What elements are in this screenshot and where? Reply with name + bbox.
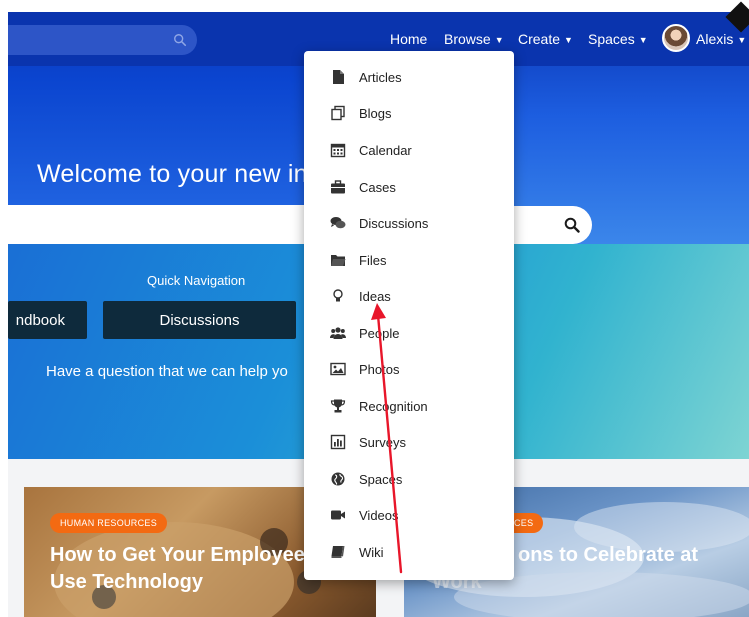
menu-item-spaces[interactable]: Spaces [304,461,514,497]
menu-item-label: Articles [359,69,402,85]
menu-item-label: Ideas [359,288,391,304]
nav-browse-label: Browse [444,31,491,47]
blogs-icon [331,105,345,121]
menu-item-label: People [359,325,400,341]
briefcase-icon [331,180,345,194]
discussions-button[interactable]: Discussions [103,301,296,339]
nav-user[interactable]: Alexis ▼ [696,30,746,49]
menu-item-ideas[interactable]: Ideas [304,278,514,314]
header-search-input[interactable] [8,25,197,55]
article-title-line2[interactable]: Use Technology [50,569,203,596]
book-icon [331,546,345,558]
quick-navigation-title: Quick Navigation [147,273,246,288]
nav-user-label: Alexis [696,31,734,47]
menu-item-calendar[interactable]: Calendar [304,132,514,168]
article-title-line1[interactable]: ons to Celebrate at [518,542,698,569]
menu-item-label: Calendar [359,142,412,158]
menu-item-label: Blogs [359,105,392,121]
comments-icon [330,217,346,229]
welcome-heading: Welcome to your new intr [37,160,324,188]
menu-item-recognition[interactable]: Recognition [304,388,514,424]
nav-home[interactable]: Home [390,30,427,48]
nav-create-label: Create [518,31,561,47]
nav-home-label: Home [390,31,428,47]
nav-create[interactable]: Create ▼ [518,30,573,49]
menu-item-label: Files [359,252,387,268]
menu-item-cases[interactable]: Cases [304,169,514,205]
caret-down-icon: ▼ [638,35,648,45]
video-camera-icon [331,510,345,520]
menu-item-label: Videos [359,507,399,523]
menu-item-wiki[interactable]: Wiki [304,534,514,570]
trophy-icon [330,399,346,413]
discussions-button-label: Discussions [159,311,240,329]
handbook-button-label: ndbook [15,311,65,329]
search-icon[interactable] [564,217,580,233]
top-strip [0,0,749,12]
menu-item-label: Cases [359,179,396,195]
users-icon [330,327,346,339]
bar-chart-icon [330,434,346,450]
menu-item-label: Discussions [359,215,429,231]
menu-item-label: Spaces [359,471,403,487]
help-question-text: Have a question that we can help yo [46,363,288,380]
menu-item-label: Surveys [359,434,406,450]
calendar-icon [330,143,346,158]
nav-spaces[interactable]: Spaces ▼ [588,30,648,49]
menu-item-label: Photos [359,361,400,377]
image-icon [330,362,346,376]
file-icon [333,70,344,84]
browse-dropdown-menu: Articles Blogs Calendar Cases Discussion… [304,51,514,580]
caret-down-icon: ▼ [494,35,504,45]
folder-icon [331,255,346,266]
menu-item-videos[interactable]: Videos [304,497,514,533]
globe-icon [331,472,345,486]
user-avatar[interactable] [662,24,690,52]
search-icon [174,34,187,47]
lightbulb-icon [333,289,343,302]
article-title-line1[interactable]: How to Get Your Employee [50,542,305,569]
category-badge[interactable]: HUMAN RESOURCES [50,513,168,533]
nav-browse[interactable]: Browse ▼ [444,30,504,49]
handbook-button[interactable]: ndbook [8,301,87,339]
caret-down-icon: ▼ [564,35,573,45]
caret-down-icon: ▼ [737,35,747,45]
nav-spaces-label: Spaces [588,31,635,47]
menu-item-surveys[interactable]: Surveys [304,424,514,460]
menu-item-label: Recognition [359,398,428,414]
menu-item-label: Wiki [359,544,384,560]
menu-item-files[interactable]: Files [304,242,514,278]
menu-item-blogs[interactable]: Blogs [304,95,514,131]
menu-item-people[interactable]: People [304,315,514,351]
menu-item-articles[interactable]: Articles [304,59,514,95]
menu-item-photos[interactable]: Photos [304,351,514,387]
menu-item-discussions[interactable]: Discussions [304,205,514,241]
